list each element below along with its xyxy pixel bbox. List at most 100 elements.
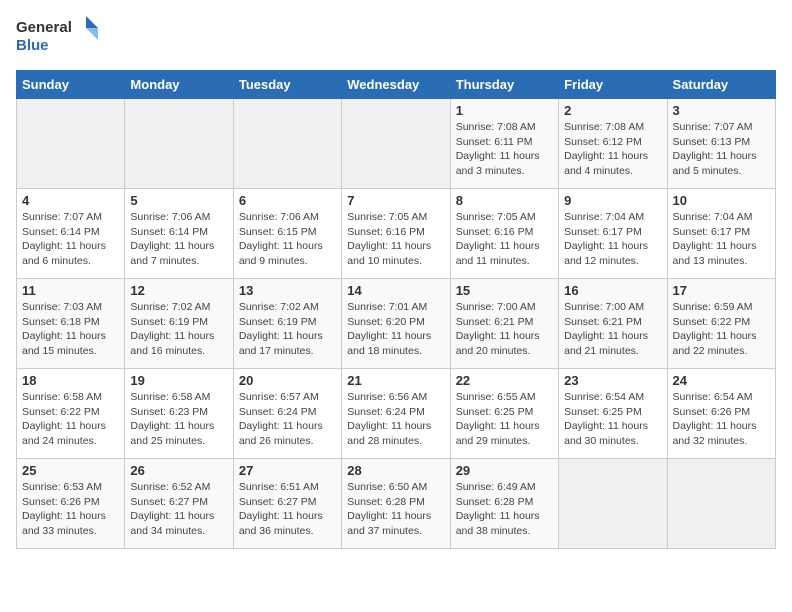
day-number: 8 [456,193,553,208]
day-number: 5 [130,193,227,208]
day-info: Sunrise: 6:54 AMSunset: 6:26 PMDaylight:… [673,390,770,449]
day-info: Sunrise: 6:57 AMSunset: 6:24 PMDaylight:… [239,390,336,449]
calendar-cell: 16 Sunrise: 7:00 AMSunset: 6:21 PMDayligh… [559,279,667,369]
day-info: Sunrise: 6:49 AMSunset: 6:28 PMDaylight:… [456,480,553,539]
header-row: SundayMondayTuesdayWednesdayThursdayFrid… [17,71,776,99]
calendar-cell [667,459,775,549]
day-number: 20 [239,373,336,388]
calendar-cell: 12 Sunrise: 7:02 AMSunset: 6:19 PMDayligh… [125,279,233,369]
day-number: 4 [22,193,119,208]
day-info: Sunrise: 7:04 AMSunset: 6:17 PMDaylight:… [673,210,770,269]
day-number: 29 [456,463,553,478]
calendar-cell: 15 Sunrise: 7:00 AMSunset: 6:21 PMDayligh… [450,279,558,369]
day-info: Sunrise: 7:04 AMSunset: 6:17 PMDaylight:… [564,210,661,269]
calendar-cell: 27Sunrise: 6:51 AMSunset: 6:27 PMDayligh… [233,459,341,549]
day-number: 3 [673,103,770,118]
calendar-cell: 22 Sunrise: 6:55 AMSunset: 6:25 PMDayligh… [450,369,558,459]
day-number: 9 [564,193,661,208]
day-number: 16 [564,283,661,298]
calendar-cell: 25 Sunrise: 6:53 AMSunset: 6:26 PMDayligh… [17,459,125,549]
day-number: 2 [564,103,661,118]
day-info: Sunrise: 7:00 AMSunset: 6:21 PMDaylight:… [456,300,553,359]
day-info: Sunrise: 7:07 AMSunset: 6:14 PMDaylight:… [22,210,119,269]
calendar-cell: 11 Sunrise: 7:03 AMSunset: 6:18 PMDayligh… [17,279,125,369]
day-info: Sunrise: 7:03 AMSunset: 6:18 PMDaylight:… [22,300,119,359]
day-info: Sunrise: 7:05 AMSunset: 6:16 PMDaylight:… [347,210,444,269]
day-info: Sunrise: 7:02 AMSunset: 6:19 PMDaylight:… [130,300,227,359]
day-number: 23 [564,373,661,388]
week-row-4: 18 Sunrise: 6:58 AMSunset: 6:22 PMDayligh… [17,369,776,459]
header-sunday: Sunday [17,71,125,99]
calendar-cell: 23 Sunrise: 6:54 AMSunset: 6:25 PMDayligh… [559,369,667,459]
day-number: 28 [347,463,444,478]
day-number: 22 [456,373,553,388]
day-number: 14 [347,283,444,298]
calendar-cell: 8Sunrise: 7:05 AMSunset: 6:16 PMDaylight… [450,189,558,279]
calendar-cell [342,99,450,189]
calendar-cell: 7 Sunrise: 7:05 AMSunset: 6:16 PMDaylight… [342,189,450,279]
calendar-cell: 3Sunrise: 7:07 AMSunset: 6:13 PMDaylight… [667,99,775,189]
day-number: 15 [456,283,553,298]
calendar-cell: 21Sunrise: 6:56 AMSunset: 6:24 PMDayligh… [342,369,450,459]
calendar-table: SundayMondayTuesdayWednesdayThursdayFrid… [16,70,776,549]
day-info: Sunrise: 7:06 AMSunset: 6:15 PMDaylight:… [239,210,336,269]
logo: General Blue [16,16,106,60]
calendar-cell: 18 Sunrise: 6:58 AMSunset: 6:22 PMDayligh… [17,369,125,459]
calendar-cell: 13 Sunrise: 7:02 AMSunset: 6:19 PMDayligh… [233,279,341,369]
week-row-1: 1Sunrise: 7:08 AMSunset: 6:11 PMDaylight… [17,99,776,189]
calendar-cell: 20 Sunrise: 6:57 AMSunset: 6:24 PMDayligh… [233,369,341,459]
header-saturday: Saturday [667,71,775,99]
day-number: 10 [673,193,770,208]
day-number: 27 [239,463,336,478]
calendar-cell [17,99,125,189]
day-info: Sunrise: 6:54 AMSunset: 6:25 PMDaylight:… [564,390,661,449]
day-number: 24 [673,373,770,388]
calendar-cell [233,99,341,189]
calendar-cell [125,99,233,189]
day-info: Sunrise: 6:56 AMSunset: 6:24 PMDaylight:… [347,390,444,449]
day-info: Sunrise: 6:52 AMSunset: 6:27 PMDaylight:… [130,480,227,539]
day-number: 7 [347,193,444,208]
day-info: Sunrise: 7:08 AMSunset: 6:12 PMDaylight:… [564,120,661,179]
day-number: 25 [22,463,119,478]
day-info: Sunrise: 6:58 AMSunset: 6:23 PMDaylight:… [130,390,227,449]
day-number: 18 [22,373,119,388]
week-row-3: 11 Sunrise: 7:03 AMSunset: 6:18 PMDayligh… [17,279,776,369]
day-info: Sunrise: 7:00 AMSunset: 6:21 PMDaylight:… [564,300,661,359]
day-number: 13 [239,283,336,298]
logo-icon: General Blue [16,16,106,60]
page-header: General Blue [16,16,776,60]
day-number: 11 [22,283,119,298]
calendar-cell: 9 Sunrise: 7:04 AMSunset: 6:17 PMDaylight… [559,189,667,279]
header-thursday: Thursday [450,71,558,99]
day-number: 19 [130,373,227,388]
calendar-cell: 17Sunrise: 6:59 AMSunset: 6:22 PMDayligh… [667,279,775,369]
header-wednesday: Wednesday [342,71,450,99]
day-number: 6 [239,193,336,208]
day-number: 12 [130,283,227,298]
header-tuesday: Tuesday [233,71,341,99]
calendar-cell [559,459,667,549]
calendar-cell: 2 Sunrise: 7:08 AMSunset: 6:12 PMDaylight… [559,99,667,189]
calendar-body: 1Sunrise: 7:08 AMSunset: 6:11 PMDaylight… [17,99,776,549]
calendar-cell: 24 Sunrise: 6:54 AMSunset: 6:26 PMDayligh… [667,369,775,459]
calendar-cell: 26 Sunrise: 6:52 AMSunset: 6:27 PMDayligh… [125,459,233,549]
week-row-2: 4 Sunrise: 7:07 AMSunset: 6:14 PMDaylight… [17,189,776,279]
day-info: Sunrise: 6:55 AMSunset: 6:25 PMDaylight:… [456,390,553,449]
calendar-cell: 5Sunrise: 7:06 AMSunset: 6:14 PMDaylight… [125,189,233,279]
week-row-5: 25 Sunrise: 6:53 AMSunset: 6:26 PMDayligh… [17,459,776,549]
calendar-cell: 19 Sunrise: 6:58 AMSunset: 6:23 PMDayligh… [125,369,233,459]
day-info: Sunrise: 6:53 AMSunset: 6:26 PMDaylight:… [22,480,119,539]
calendar-cell: 4 Sunrise: 7:07 AMSunset: 6:14 PMDaylight… [17,189,125,279]
day-info: Sunrise: 6:50 AMSunset: 6:28 PMDaylight:… [347,480,444,539]
calendar-cell: 10 Sunrise: 7:04 AMSunset: 6:17 PMDayligh… [667,189,775,279]
header-friday: Friday [559,71,667,99]
day-info: Sunrise: 7:02 AMSunset: 6:19 PMDaylight:… [239,300,336,359]
day-info: Sunrise: 7:08 AMSunset: 6:11 PMDaylight:… [456,120,553,179]
day-info: Sunrise: 6:58 AMSunset: 6:22 PMDaylight:… [22,390,119,449]
calendar-cell: 1Sunrise: 7:08 AMSunset: 6:11 PMDaylight… [450,99,558,189]
day-number: 26 [130,463,227,478]
svg-text:Blue: Blue [16,37,49,54]
day-info: Sunrise: 7:01 AMSunset: 6:20 PMDaylight:… [347,300,444,359]
day-info: Sunrise: 6:59 AMSunset: 6:22 PMDaylight:… [673,300,770,359]
